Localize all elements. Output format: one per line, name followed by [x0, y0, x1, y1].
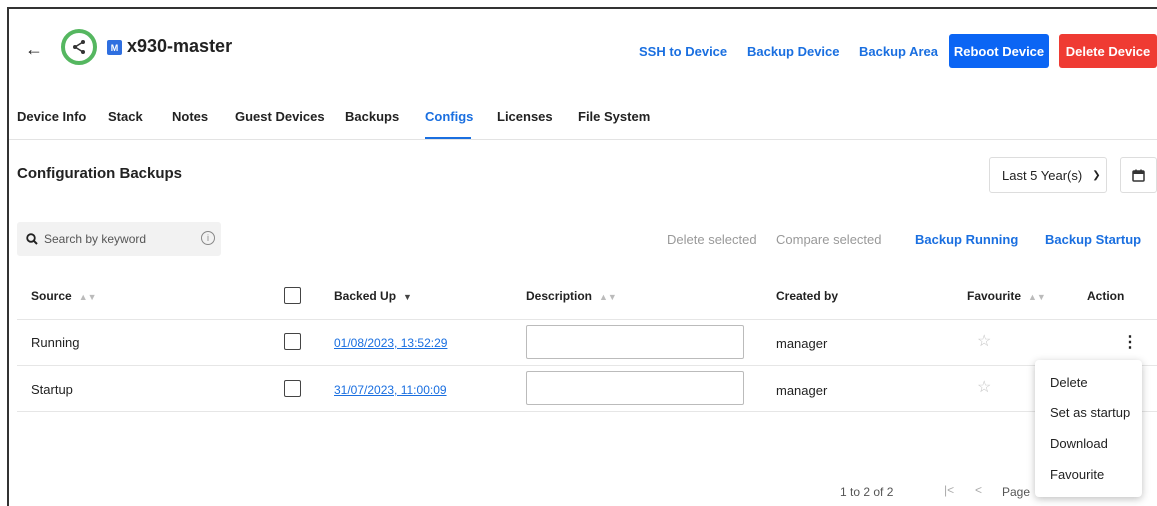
backup-running-button[interactable]: Backup Running [915, 232, 1018, 247]
menu-item-set-as-startup[interactable]: Set as startup [1050, 405, 1130, 420]
column-label: Backed Up [334, 289, 397, 303]
row-divider [17, 365, 1157, 366]
search-icon [26, 233, 38, 245]
info-icon[interactable]: i [201, 231, 215, 245]
menu-item-delete[interactable]: Delete [1050, 375, 1088, 390]
calendar-icon [1132, 169, 1145, 182]
calendar-button[interactable] [1120, 157, 1157, 193]
column-header-backed-up[interactable]: Backed Up ▼ [334, 289, 412, 303]
row-checkbox[interactable] [284, 333, 301, 350]
tab-device-info[interactable]: Device Info [17, 109, 86, 124]
search-box: i [17, 222, 221, 256]
column-label: Description [526, 289, 593, 303]
column-label: Source [31, 289, 72, 303]
tabs-divider [9, 139, 1157, 140]
row-action-menu: Delete Set as startup Download Favourite [1035, 360, 1142, 497]
share-icon [73, 40, 85, 54]
reboot-device-button[interactable]: Reboot Device [949, 34, 1049, 68]
tab-notes[interactable]: Notes [172, 109, 208, 124]
tab-guest-devices[interactable]: Guest Devices [235, 109, 325, 124]
tab-file-system[interactable]: File System [578, 109, 650, 124]
row-divider [17, 411, 1157, 412]
device-page: ← M x930-master SSH to Device Backup Dev… [7, 7, 1157, 506]
column-header-description[interactable]: Description ▲▼ [526, 289, 617, 303]
menu-item-download[interactable]: Download [1050, 436, 1108, 451]
delete-device-button[interactable]: Delete Device [1059, 34, 1157, 68]
sort-icon: ▲▼ [78, 292, 97, 302]
tab-backups[interactable]: Backups [345, 109, 399, 124]
header-divider [17, 319, 1157, 320]
select-all-checkbox[interactable] [284, 287, 301, 304]
page-label: Page [1002, 485, 1031, 499]
delete-selected-button[interactable]: Delete selected [667, 232, 757, 247]
column-header-favourite[interactable]: Favourite ▲▼ [967, 289, 1046, 303]
chevron-down-icon: ❯ [1092, 169, 1101, 181]
column-label: Favourite [967, 289, 1022, 303]
row-source: Startup [31, 382, 73, 397]
sort-desc-icon: ▼ [403, 292, 412, 302]
tab-licenses[interactable]: Licenses [497, 109, 553, 124]
tab-stack[interactable]: Stack [108, 109, 143, 124]
sort-icon: ▲▼ [1028, 292, 1046, 302]
backup-date-link[interactable]: 01/08/2023, 13:52:29 [334, 336, 447, 350]
column-header-source[interactable]: Source ▲▼ [31, 289, 97, 303]
backup-startup-button[interactable]: Backup Startup [1045, 232, 1141, 247]
pagination-summary: 1 to 2 of 2 [840, 485, 894, 499]
star-icon[interactable]: ☆ [977, 377, 991, 397]
backup-device-link[interactable]: Backup Device [747, 44, 840, 59]
prev-page-icon[interactable]: < [975, 483, 982, 497]
row-created-by: manager [776, 383, 828, 398]
ssh-to-device-link[interactable]: SSH to Device [639, 44, 727, 59]
tab-configs[interactable]: Configs [425, 109, 473, 124]
row-created-by: manager [776, 336, 828, 351]
row-checkbox[interactable] [284, 380, 301, 397]
menu-item-favourite[interactable]: Favourite [1050, 467, 1104, 482]
column-header-created-by[interactable]: Created by [776, 289, 838, 303]
column-header-action: Action [1087, 289, 1125, 303]
compare-selected-button[interactable]: Compare selected [776, 232, 882, 247]
search-input[interactable] [44, 232, 194, 246]
device-name: x930-master [127, 36, 233, 56]
back-arrow-icon[interactable]: ← [25, 39, 43, 60]
backup-area-link[interactable]: Backup Area [859, 44, 938, 59]
sort-icon: ▲▼ [599, 292, 617, 302]
kebab-icon[interactable]: ⋮ [1122, 332, 1138, 352]
description-input[interactable] [526, 325, 744, 359]
first-page-icon[interactable]: |< [944, 483, 954, 497]
date-range-value: Last 5 Year(s) [1002, 167, 1083, 183]
section-title: Configuration Backups [17, 165, 183, 182]
device-type-badge: M [107, 40, 122, 55]
description-input[interactable] [526, 371, 744, 405]
star-icon[interactable]: ☆ [977, 331, 991, 351]
device-status-avatar [61, 29, 97, 65]
date-range-select[interactable]: Last 5 Year(s) ❯ [989, 157, 1107, 193]
row-source: Running [31, 335, 80, 350]
backup-date-link[interactable]: 31/07/2023, 11:00:09 [334, 383, 447, 397]
